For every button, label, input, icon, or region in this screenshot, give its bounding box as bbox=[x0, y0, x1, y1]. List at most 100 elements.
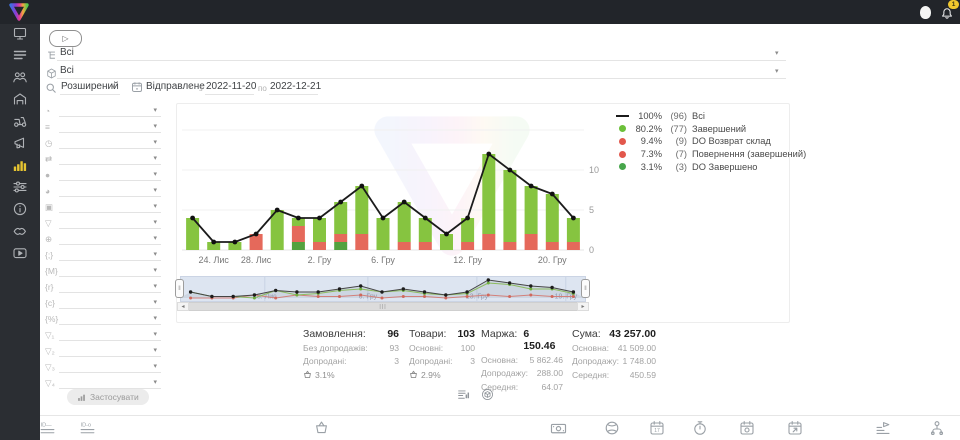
search-mode-select[interactable]: Розширений bbox=[61, 81, 119, 92]
brush-handle-left[interactable]: ‖ bbox=[175, 279, 184, 298]
funnel-sub-3-dropdown[interactable]: ▾ bbox=[59, 359, 161, 373]
filter-row-pie: ◕▾ bbox=[45, 181, 161, 197]
funnel-7-dropdown[interactable]: ▾ bbox=[59, 215, 161, 229]
funnel-sub-1-icon: ▽₁ bbox=[45, 329, 59, 341]
toolbar-orders-detail-button[interactable]: ID-o bbox=[79, 420, 96, 437]
date-from-input[interactable]: 2022-11-20 bbox=[206, 81, 256, 92]
chevron-down-icon: ▾ bbox=[153, 154, 157, 162]
stat-sub-label: Допродажу: bbox=[481, 368, 528, 378]
legend-count: (77) bbox=[662, 124, 687, 134]
orders-view-toggle[interactable] bbox=[457, 388, 470, 406]
sidebar-item-dashboard[interactable] bbox=[0, 24, 40, 46]
stat-title: Товари: bbox=[409, 328, 446, 340]
card-icon: ▣ bbox=[45, 201, 59, 213]
app-logo-icon[interactable] bbox=[7, 2, 31, 27]
brush-handle-right[interactable]: ‖ bbox=[581, 279, 590, 298]
sidebar-item-info[interactable] bbox=[0, 200, 40, 222]
braces-m-dropdown[interactable]: ▾ bbox=[59, 263, 161, 277]
braces-dots-dropdown[interactable]: ▾ bbox=[59, 247, 161, 261]
upsell-percent: 3.1% bbox=[315, 370, 335, 380]
clock-dropdown[interactable]: ▾ bbox=[59, 135, 161, 149]
date-from-prefix: з bbox=[199, 84, 203, 93]
globe-icon: ⊕ bbox=[45, 233, 59, 245]
chevron-down-icon[interactable]: ▾ bbox=[188, 83, 192, 91]
toolbar-basket-button[interactable] bbox=[314, 420, 331, 437]
globe-dropdown[interactable]: ▾ bbox=[59, 231, 161, 245]
braces-c-dropdown[interactable]: ▾ bbox=[59, 295, 161, 309]
toolbar-calendar-event-button[interactable] bbox=[739, 420, 756, 437]
filter-row-list-edit: ≡▾ bbox=[45, 117, 161, 133]
chevron-down-icon: ▾ bbox=[153, 218, 157, 226]
video-help-button[interactable]: ▷ bbox=[49, 30, 82, 47]
legend-count: (96) bbox=[662, 111, 687, 121]
legend-percent: 7.3% bbox=[632, 149, 662, 159]
sidebar-item-partners[interactable] bbox=[0, 222, 40, 244]
braces-r-dropdown[interactable]: ▾ bbox=[59, 279, 161, 293]
toolbar-payments-button[interactable] bbox=[550, 420, 567, 437]
calendar-event-icon bbox=[739, 423, 755, 440]
sidebar-item-analytics[interactable] bbox=[0, 156, 40, 178]
dashboard-icon bbox=[12, 25, 28, 46]
play-icon: ▷ bbox=[62, 34, 68, 43]
toolbar-products-sphere-button[interactable] bbox=[604, 420, 621, 437]
coin-dropdown[interactable]: ▾ bbox=[59, 167, 161, 181]
legend-item-4[interactable]: 3.1%(3)DO Завершено bbox=[612, 160, 806, 173]
toolbar-timer-button[interactable] bbox=[692, 420, 709, 437]
legend-item-1[interactable]: 80.2%(77)Завершений bbox=[612, 123, 806, 136]
notifications-bell-icon[interactable]: 1 bbox=[940, 3, 956, 21]
toolbar-affiliate-button[interactable] bbox=[929, 420, 946, 437]
apply-filters-button[interactable]: Застосувати bbox=[67, 389, 149, 405]
avatar-icon[interactable] bbox=[920, 6, 931, 19]
chevron-down-icon: ▾ bbox=[153, 282, 157, 290]
toolbar-calendar-date-button[interactable]: 17 bbox=[649, 420, 666, 437]
legend-item-3[interactable]: 7.3%(7)Повернення (завершений) bbox=[612, 148, 806, 161]
status-filter-value[interactable]: Всі bbox=[60, 47, 74, 58]
filter-row-braces-dots: {;}▾ bbox=[45, 245, 161, 261]
sidebar-item-customers[interactable] bbox=[0, 68, 40, 90]
legend-item-0[interactable]: 100%(96)Всі bbox=[612, 110, 806, 123]
sidebar-item-warehouse[interactable] bbox=[0, 90, 40, 112]
toolbar-orders-summary-button[interactable]: ID— bbox=[39, 420, 56, 437]
filter-row-braces-pct: {%}▾ bbox=[45, 309, 161, 325]
braces-pct-dropdown[interactable]: ▾ bbox=[59, 311, 161, 325]
svg-text:ID-o: ID-o bbox=[81, 422, 91, 428]
left-icon-rail bbox=[0, 24, 40, 440]
route-dropdown[interactable]: ▾ bbox=[59, 151, 161, 165]
legend-item-2[interactable]: 9.4%(9)DO Возврат склад bbox=[612, 135, 806, 148]
braces-c-icon: {c} bbox=[45, 297, 59, 309]
search-icon[interactable] bbox=[45, 81, 57, 99]
chevron-down-icon[interactable]: ▾ bbox=[112, 83, 116, 91]
pie-icon: ◕ bbox=[45, 185, 59, 197]
filter-panel: ◔▾≡▾◷▾⇄▾●▾◕▾▣▾▽▾⊕▾{;}▾{M}▾{r}▾{c}▾{%}▾▽₁… bbox=[45, 101, 161, 389]
list-edit-dropdown[interactable]: ▾ bbox=[59, 119, 161, 133]
app-window: 1 ▷ Всі ▾ Всі ▾ Розширений ▾ Відправлене… bbox=[0, 0, 960, 440]
stat-value: 103 bbox=[457, 328, 475, 340]
toolbar-report-button[interactable] bbox=[875, 420, 892, 437]
date-type-select[interactable]: Відправлене bbox=[146, 81, 205, 92]
sidebar-item-orders[interactable] bbox=[0, 46, 40, 68]
braces-m-icon: {M} bbox=[45, 265, 59, 277]
status-wheel-dropdown[interactable]: ▾ bbox=[59, 103, 161, 117]
stat-sub-value: 93 bbox=[389, 343, 399, 353]
pie-dropdown[interactable]: ▾ bbox=[59, 183, 161, 197]
funnel-sub-4-dropdown[interactable]: ▾ bbox=[59, 375, 161, 389]
chevron-down-icon[interactable]: ▾ bbox=[775, 49, 779, 57]
sidebar-item-delivery[interactable] bbox=[0, 112, 40, 134]
date-to-input[interactable]: 2022-12-21 bbox=[270, 81, 321, 92]
card-dropdown[interactable]: ▾ bbox=[59, 199, 161, 213]
products-view-toggle[interactable] bbox=[481, 388, 494, 406]
sidebar-item-settings[interactable] bbox=[0, 178, 40, 200]
product-filter-value[interactable]: Всі bbox=[60, 65, 74, 76]
sidebar-item-marketing[interactable] bbox=[0, 134, 40, 156]
chevron-down-icon[interactable]: ▾ bbox=[775, 67, 779, 75]
toolbar-calendar-export-button[interactable] bbox=[787, 420, 804, 437]
filter-row-clock: ◷▾ bbox=[45, 133, 161, 149]
orders-chart[interactable]: 051024. Лис28. Лис2. Гру6. Гру12. Гру20.… bbox=[180, 108, 610, 273]
upsell-percent: 2.9% bbox=[421, 370, 441, 380]
stat-sub-value: 288.00 bbox=[537, 368, 563, 378]
funnel-sub-1-dropdown[interactable]: ▾ bbox=[59, 327, 161, 341]
svg-text:12. Гру: 12. Гру bbox=[453, 255, 482, 265]
legend-label: DO Завершено bbox=[692, 162, 757, 172]
funnel-sub-2-dropdown[interactable]: ▾ bbox=[59, 343, 161, 357]
sidebar-item-video[interactable] bbox=[0, 244, 40, 266]
